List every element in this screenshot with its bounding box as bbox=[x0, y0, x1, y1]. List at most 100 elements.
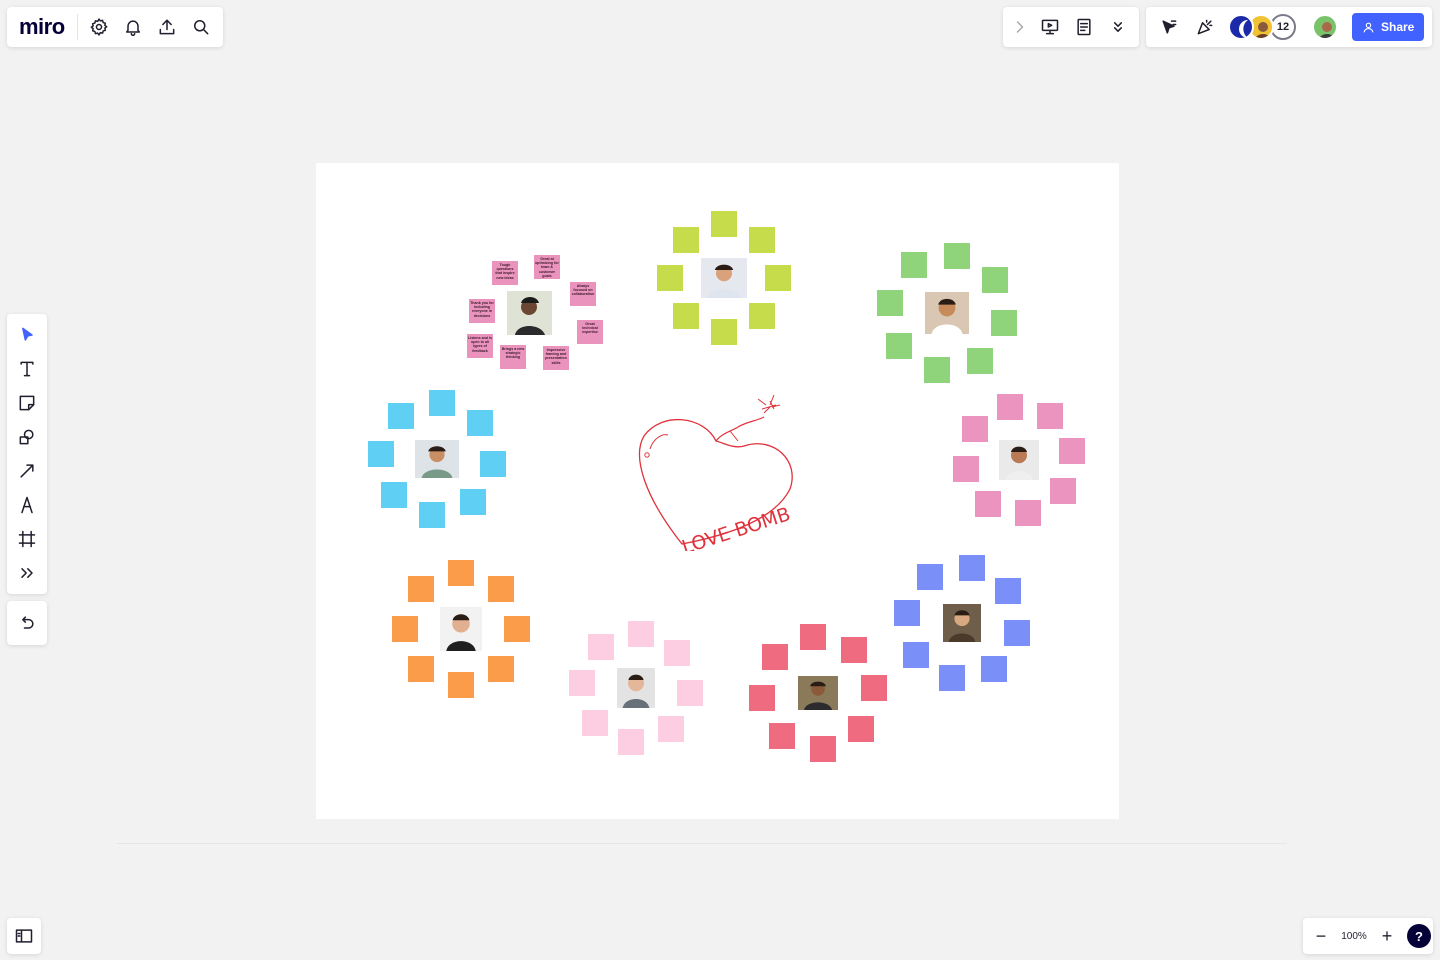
sticky-note[interactable] bbox=[448, 560, 474, 586]
sticky-note[interactable] bbox=[448, 672, 474, 698]
upload-icon[interactable] bbox=[150, 10, 184, 44]
select-cursor-icon[interactable] bbox=[7, 318, 47, 352]
person-photo[interactable] bbox=[440, 607, 482, 651]
sticky-note[interactable] bbox=[944, 242, 971, 269]
share-button[interactable]: Share bbox=[1352, 13, 1425, 41]
pen-tool-icon[interactable] bbox=[7, 488, 47, 522]
help-button[interactable]: ? bbox=[1407, 924, 1431, 948]
sticky-note[interactable] bbox=[1015, 500, 1042, 527]
sticky-note[interactable] bbox=[408, 576, 435, 603]
sticky-note[interactable] bbox=[903, 642, 930, 669]
love-bomb-sketch[interactable]: LOVE BOMB bbox=[634, 391, 804, 551]
sticky-note[interactable] bbox=[1036, 402, 1063, 429]
sticky-note[interactable] bbox=[466, 410, 493, 436]
sticky-note[interactable] bbox=[368, 441, 395, 468]
sticky-note[interactable] bbox=[900, 252, 927, 279]
bell-icon[interactable] bbox=[116, 10, 150, 44]
sticky-note[interactable] bbox=[672, 226, 699, 253]
sticky-note[interactable] bbox=[428, 390, 455, 417]
sticky-note[interactable] bbox=[762, 644, 789, 670]
cursor-reactions-icon[interactable] bbox=[1152, 10, 1186, 44]
sticky-note[interactable]: Tough questions that inspire new ideas bbox=[492, 261, 518, 285]
sticky-note[interactable] bbox=[749, 684, 776, 711]
sticky-note[interactable] bbox=[876, 289, 903, 316]
sticky-note[interactable] bbox=[487, 655, 514, 682]
person-photo[interactable] bbox=[798, 676, 838, 710]
sticky-note[interactable] bbox=[657, 265, 683, 291]
sticky-note[interactable] bbox=[504, 616, 530, 642]
avatar[interactable] bbox=[1228, 14, 1254, 40]
sticky-note[interactable] bbox=[459, 488, 486, 515]
sticky-note[interactable] bbox=[1059, 437, 1086, 464]
board-frame[interactable]: Tough questions that inspire new ideas G… bbox=[316, 163, 1119, 819]
notes-icon[interactable] bbox=[1067, 10, 1101, 44]
sticky-note[interactable] bbox=[847, 715, 874, 742]
sticky-note[interactable] bbox=[388, 403, 414, 430]
sticky-note[interactable] bbox=[1050, 477, 1077, 504]
sticky-note[interactable] bbox=[657, 716, 684, 743]
chevron-right-icon[interactable] bbox=[1007, 10, 1033, 44]
sticky-note[interactable] bbox=[800, 624, 827, 651]
sticky-note[interactable] bbox=[749, 303, 776, 330]
sticky-note[interactable] bbox=[939, 665, 966, 692]
person-photo[interactable] bbox=[415, 440, 459, 478]
sticky-note[interactable] bbox=[487, 576, 514, 603]
current-user-avatar[interactable] bbox=[1312, 14, 1338, 40]
sticky-note[interactable] bbox=[809, 735, 836, 762]
line-arrow-tool-icon[interactable] bbox=[7, 454, 47, 488]
sticky-note[interactable]: Great at optimizing for team & customer … bbox=[534, 255, 560, 279]
sticky-note[interactable]: Always focused on collaboration bbox=[570, 282, 596, 306]
sticky-note[interactable] bbox=[840, 637, 867, 664]
celebrate-party-icon[interactable] bbox=[1188, 10, 1222, 44]
sticky-note[interactable] bbox=[961, 416, 988, 443]
sticky-note[interactable] bbox=[958, 554, 985, 581]
sidebar-panel-icon[interactable] bbox=[7, 919, 41, 953]
sticky-note[interactable] bbox=[408, 655, 435, 682]
person-photo[interactable] bbox=[999, 440, 1039, 480]
more-tools-icon[interactable] bbox=[7, 556, 47, 590]
search-icon[interactable] bbox=[184, 10, 218, 44]
sticky-note[interactable] bbox=[676, 679, 703, 706]
chevrons-down-icon[interactable] bbox=[1101, 10, 1135, 44]
collaborators-group[interactable]: 12 bbox=[1228, 14, 1296, 40]
sticky-note[interactable] bbox=[860, 675, 887, 702]
sticky-note[interactable] bbox=[916, 564, 943, 591]
sticky-note[interactable]: Great technical expertise bbox=[577, 320, 603, 344]
sticky-note[interactable] bbox=[711, 211, 737, 237]
sticky-note[interactable] bbox=[672, 303, 699, 330]
sticky-note[interactable] bbox=[769, 722, 795, 749]
sticky-note[interactable] bbox=[981, 655, 1008, 682]
sticky-note[interactable] bbox=[893, 600, 920, 627]
person-photo[interactable] bbox=[925, 292, 969, 334]
sticky-note[interactable] bbox=[996, 393, 1023, 420]
sticky-note[interactable] bbox=[765, 265, 791, 291]
miro-logo[interactable]: miro bbox=[7, 14, 77, 40]
presentation-icon[interactable] bbox=[1033, 10, 1067, 44]
sticky-note[interactable] bbox=[994, 577, 1021, 604]
settings-gear-icon[interactable] bbox=[82, 10, 116, 44]
sticky-note[interactable] bbox=[588, 633, 615, 660]
sticky-note[interactable] bbox=[952, 456, 979, 483]
zoom-in-button[interactable]: + bbox=[1373, 922, 1401, 950]
text-tool-icon[interactable] bbox=[7, 352, 47, 386]
frame-tool-icon[interactable] bbox=[7, 522, 47, 556]
sticky-note-tool-icon[interactable] bbox=[7, 386, 47, 420]
sticky-note[interactable] bbox=[479, 450, 506, 477]
sticky-note[interactable] bbox=[975, 491, 1002, 518]
zoom-out-button[interactable]: − bbox=[1307, 922, 1335, 950]
sticky-note[interactable]: Brings a new strategic thinking bbox=[500, 345, 526, 369]
sticky-note[interactable] bbox=[627, 621, 654, 648]
sticky-note[interactable]: Listens and is open to all types of feed… bbox=[467, 334, 493, 358]
sticky-note[interactable] bbox=[392, 616, 418, 642]
sticky-note[interactable]: Impressive framing and presentation skil… bbox=[543, 346, 569, 370]
sticky-note[interactable] bbox=[991, 310, 1018, 337]
shapes-tool-icon[interactable] bbox=[7, 420, 47, 454]
sticky-note[interactable] bbox=[618, 728, 645, 755]
sticky-note[interactable] bbox=[711, 319, 737, 345]
sticky-note[interactable] bbox=[886, 333, 913, 360]
person-photo[interactable] bbox=[507, 291, 552, 335]
person-photo[interactable] bbox=[701, 258, 747, 298]
sticky-note[interactable] bbox=[967, 347, 994, 374]
undo-icon[interactable] bbox=[10, 606, 44, 640]
person-photo[interactable] bbox=[943, 604, 981, 642]
